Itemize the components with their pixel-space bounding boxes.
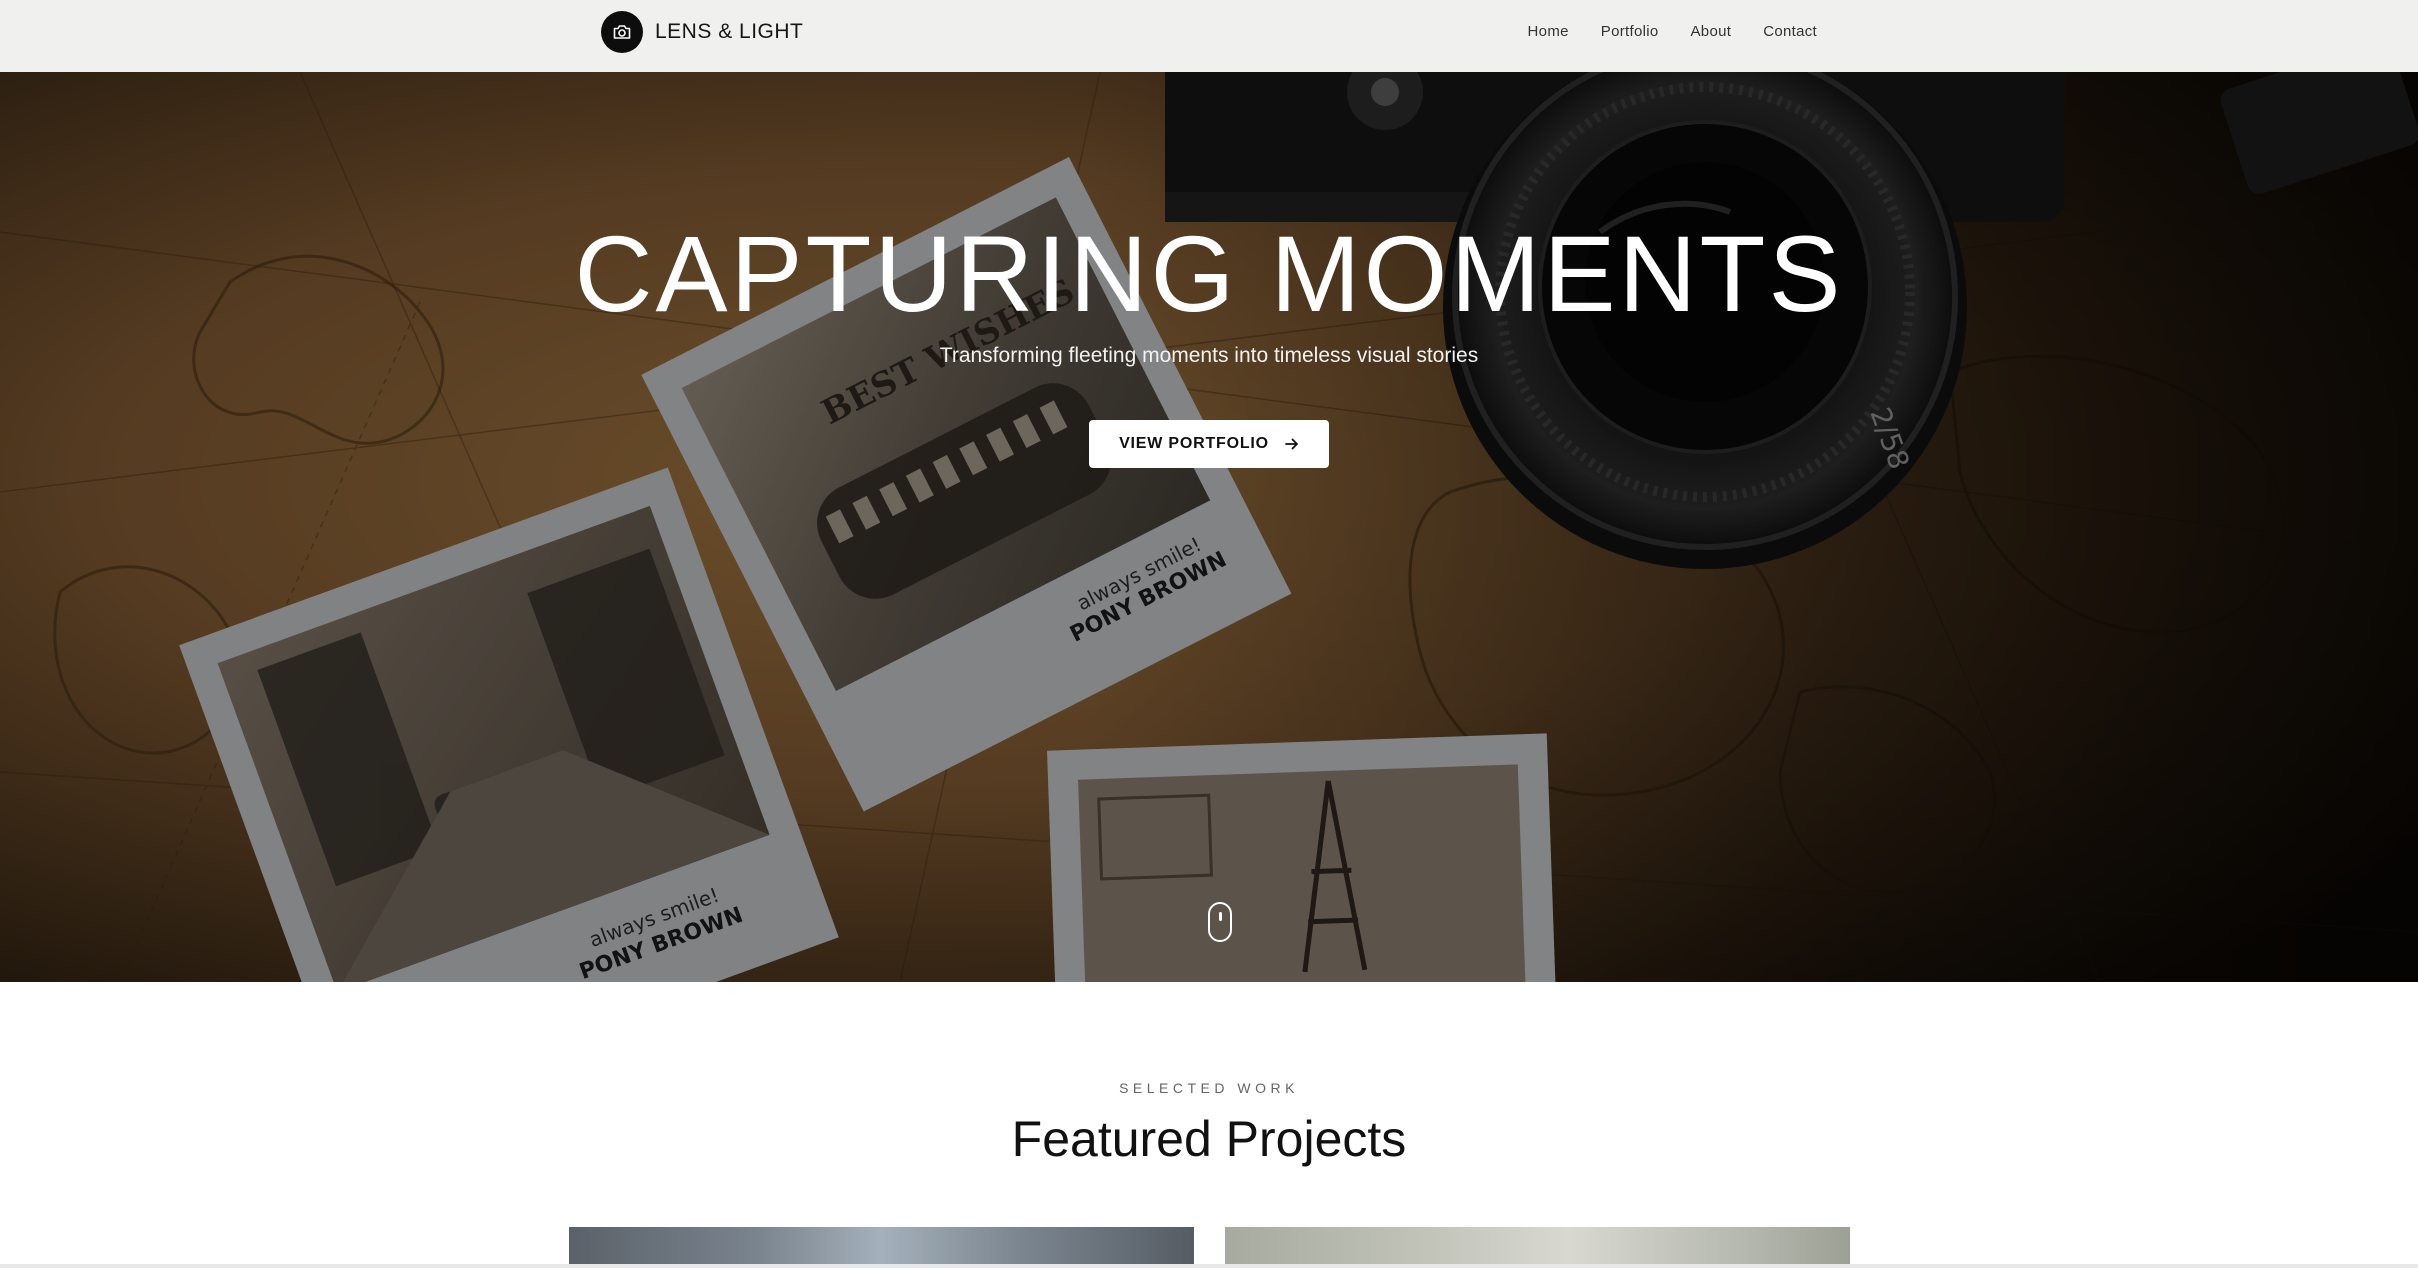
divider [0, 1264, 2418, 1268]
arrow-right-icon [1285, 437, 1299, 451]
mouse-scroll-wheel [1219, 912, 1222, 921]
nav-link-home[interactable]: Home [1528, 23, 1569, 40]
section-title: Featured Projects [1011, 1111, 1407, 1167]
view-portfolio-button[interactable]: VIEW PORTFOLIO [1089, 420, 1329, 468]
brand-logo-link[interactable]: LENS & LIGHT [601, 11, 803, 53]
view-portfolio-label: VIEW PORTFOLIO [1119, 435, 1269, 452]
brand-name: LENS & LIGHT [655, 20, 804, 43]
camera-icon [601, 11, 643, 53]
nav-link-contact[interactable]: Contact [1763, 23, 1817, 40]
mouse-scroll-icon[interactable] [1208, 902, 1232, 942]
hero-title: CAPTURING MOMENTS [574, 213, 1844, 334]
nav-link-portfolio[interactable]: Portfolio [1601, 23, 1659, 40]
main-nav: Home Portfolio About Contact [1528, 0, 1817, 63]
section-eyebrow: SELECTED WORK [1119, 1080, 1299, 1096]
hero-section: 2/58 BEST WISHES always smile! PONY BROW… [0, 72, 2418, 982]
project-card-image[interactable] [569, 1227, 1194, 1268]
nav-link-about[interactable]: About [1691, 23, 1732, 40]
top-nav-bar: LENS & LIGHT Home Portfolio About Contac… [0, 0, 2418, 72]
project-card-image[interactable] [1225, 1227, 1850, 1268]
hero-background-photo: 2/58 BEST WISHES always smile! PONY BROW… [0, 72, 2418, 982]
hero-subtitle: Transforming fleeting moments into timel… [939, 344, 1479, 367]
